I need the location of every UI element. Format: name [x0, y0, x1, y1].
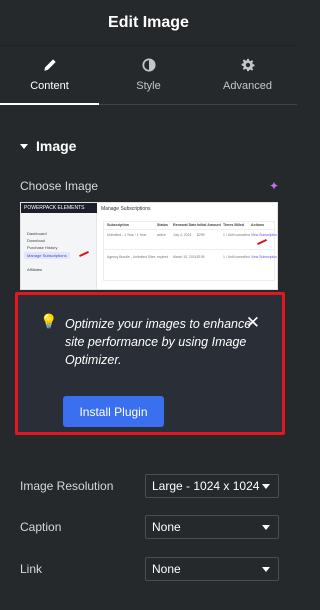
thumb-page-header: Manage Subscriptions — [101, 206, 151, 212]
thumb-cell: active — [157, 233, 166, 237]
thumb-col-header: Times Billed — [223, 223, 245, 227]
tab-style[interactable]: Style — [99, 46, 198, 104]
gear-icon — [241, 58, 254, 72]
image-resolution-select[interactable]: Large - 1024 x 1024 — [145, 474, 279, 498]
thumb-cell: expired — [157, 255, 169, 259]
image-preview[interactable]: POWERPACK ELEMENTS Dashboard Download Pu… — [20, 202, 278, 290]
sparkle-icon[interactable]: ✦ — [269, 179, 279, 193]
thumb-col-header: Initial Amount — [197, 223, 221, 227]
contrast-icon — [141, 58, 156, 72]
close-icon[interactable]: ✕ — [246, 313, 260, 333]
thumb-col-header: Renewal Date — [173, 223, 197, 227]
thumb-brand: POWERPACK ELEMENTS — [24, 205, 85, 211]
optimizer-notice: 💡 Optimize your images to enhance site p… — [15, 292, 285, 435]
tab-content[interactable]: Content — [0, 46, 99, 105]
chevron-down-icon — [262, 524, 270, 530]
image-resolution-row: Image Resolution Large - 1024 x 1024 — [20, 474, 279, 498]
panel-header: Edit Image — [0, 0, 297, 46]
caret-down-icon — [20, 143, 28, 149]
install-plugin-button[interactable]: Install Plugin — [63, 396, 164, 427]
caption-label: Caption — [20, 520, 62, 534]
image-resolution-value: Large - 1024 x 1024 — [152, 479, 260, 493]
caption-select[interactable]: None — [145, 515, 279, 539]
thumb-cell-link: View Subscription — [251, 233, 278, 237]
panel-title: Edit Image — [108, 13, 189, 31]
thumb-col-header: Subscription — [107, 223, 129, 227]
caption-row: Caption None — [20, 515, 279, 539]
thumb-cell: $199 — [197, 255, 205, 259]
thumb-sidebar-item: Affiliates — [27, 267, 43, 272]
tab-style-label: Style — [136, 80, 161, 92]
thumb-sidebar-item: Download — [27, 238, 45, 243]
thumb-topbar: POWERPACK ELEMENTS — [21, 203, 97, 213]
chevron-down-icon — [262, 483, 270, 489]
thumb-cell: July 4, 2024 — [173, 233, 192, 237]
thumb-cell: $299 — [197, 233, 205, 237]
thumb-sidebar-item: Dashboard — [27, 231, 47, 236]
link-select[interactable]: None — [145, 557, 279, 581]
section-toggle-image[interactable]: Image — [20, 138, 76, 154]
thumb-cell: Unlimited - 1 Year / 1 Year — [107, 233, 147, 237]
thumb-sidebar-item: Purchase History — [27, 245, 58, 250]
pencil-icon — [43, 59, 56, 71]
thumb-cell: 1 / Until cancelled — [223, 255, 250, 259]
thumb-cell: March 10, 2024 — [173, 255, 197, 259]
link-row: Link None — [20, 557, 279, 581]
link-label: Link — [20, 562, 43, 576]
thumb-cell: Agency Bundle - Unlimited Sites — [107, 255, 156, 259]
caption-value: None — [152, 520, 181, 534]
tab-advanced[interactable]: Advanced — [198, 46, 297, 104]
chevron-down-icon — [262, 566, 270, 572]
thumb-table — [103, 221, 275, 281]
notice-message: Optimize your images to enhance site per… — [65, 317, 252, 367]
section-title: Image — [36, 138, 77, 154]
thumb-cell: 1 / Until cancelled — [223, 233, 250, 237]
tab-content-label: Content — [30, 80, 69, 92]
thumb-col-header: Status — [157, 223, 168, 227]
choose-image-label: Choose Image — [20, 179, 99, 193]
tab-advanced-label: Advanced — [223, 80, 272, 92]
thumb-col-header: Actions — [251, 223, 265, 227]
lightbulb-icon: 💡 — [40, 313, 58, 329]
thumb-sidebar-item-active: Manage Subscriptions — [24, 252, 70, 259]
image-resolution-label: Image Resolution — [20, 479, 114, 493]
link-value: None — [152, 562, 181, 576]
tab-bar: Content Style Advanced — [0, 46, 297, 105]
thumb-cell-link: View Subscription — [251, 255, 278, 259]
thumb-divider — [103, 249, 275, 250]
thumb-divider — [103, 229, 275, 230]
